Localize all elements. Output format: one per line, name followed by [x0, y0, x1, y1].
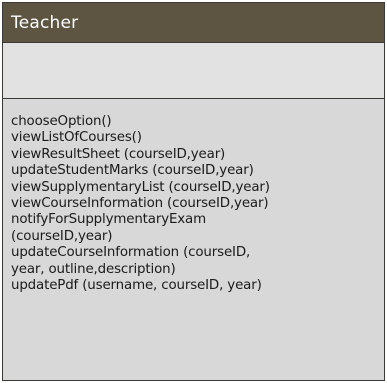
method-line: updateCourseInformation (courseID,: [11, 245, 251, 261]
method-line: notifyForSupplymentaryExam: [11, 212, 206, 228]
method-line: viewResultSheet (courseID,year): [11, 146, 226, 162]
method-line: viewSupplymentaryList (courseID,year): [11, 179, 270, 195]
methods-compartment: chooseOption() viewListOfCourses() viewR…: [3, 99, 384, 380]
method-line: updateStudentMarks (courseID,year): [11, 163, 254, 179]
method-line: (courseID,year): [11, 228, 113, 244]
uml-class-teacher: Teacher chooseOption() viewListOfCourses…: [2, 2, 385, 381]
method-line: viewListOfCourses(): [11, 130, 142, 146]
method-line: viewCourseInformation (courseID,year): [11, 196, 269, 212]
method-line: year, outline,description): [11, 261, 176, 277]
method-line: chooseOption(): [11, 114, 112, 129]
method-line: updatePdf (username, courseID, year): [11, 278, 262, 294]
class-name-compartment: Teacher: [3, 3, 384, 43]
attributes-compartment: [3, 43, 384, 99]
class-name: Teacher: [11, 12, 79, 33]
